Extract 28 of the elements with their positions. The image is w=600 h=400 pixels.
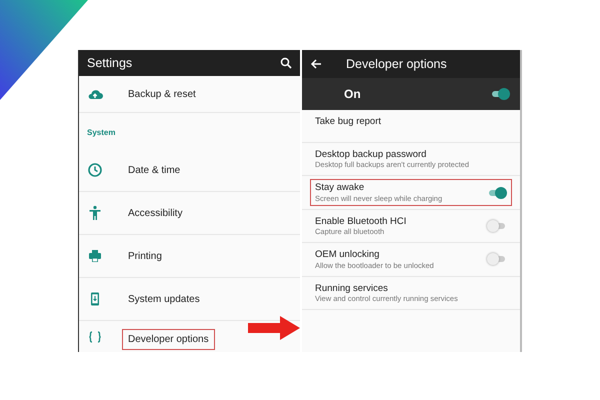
option-title: OEM unlocking (315, 249, 380, 261)
settings-item[interactable]: Backup & reset (122, 84, 202, 104)
option-title: Desktop backup password (315, 149, 428, 160)
search-icon[interactable] (280, 57, 292, 69)
braces-icon (87, 329, 103, 345)
option-title: Stay awake (315, 182, 366, 194)
settings-item[interactable]: Printing (122, 246, 168, 266)
settings-item[interactable]: System updates (122, 288, 206, 310)
back-icon[interactable] (310, 58, 322, 70)
settings-item[interactable]: Developer options (122, 329, 215, 350)
arrow-icon (248, 316, 300, 340)
screen-title: Developer options (346, 56, 447, 73)
option-title: Take bug report (315, 116, 382, 128)
section-header: System (87, 128, 116, 137)
person-icon (87, 205, 103, 221)
settings-item[interactable]: Accessibility (122, 202, 188, 224)
option-row[interactable]: Take bug report (310, 113, 512, 130)
settings-item[interactable]: Date & time (122, 160, 186, 180)
screen-title: Settings (87, 54, 132, 72)
clock-icon (87, 162, 103, 178)
toggle-switch[interactable] (487, 220, 507, 232)
master-switch-label: On (344, 86, 361, 103)
toggle-switch[interactable] (490, 88, 510, 100)
option-title: Enable Bluetooth HCI (315, 216, 406, 228)
printer-icon (87, 248, 103, 264)
toggle-switch[interactable] (487, 186, 507, 199)
option-title: Running services (315, 282, 389, 294)
toggle-switch[interactable] (487, 253, 507, 266)
